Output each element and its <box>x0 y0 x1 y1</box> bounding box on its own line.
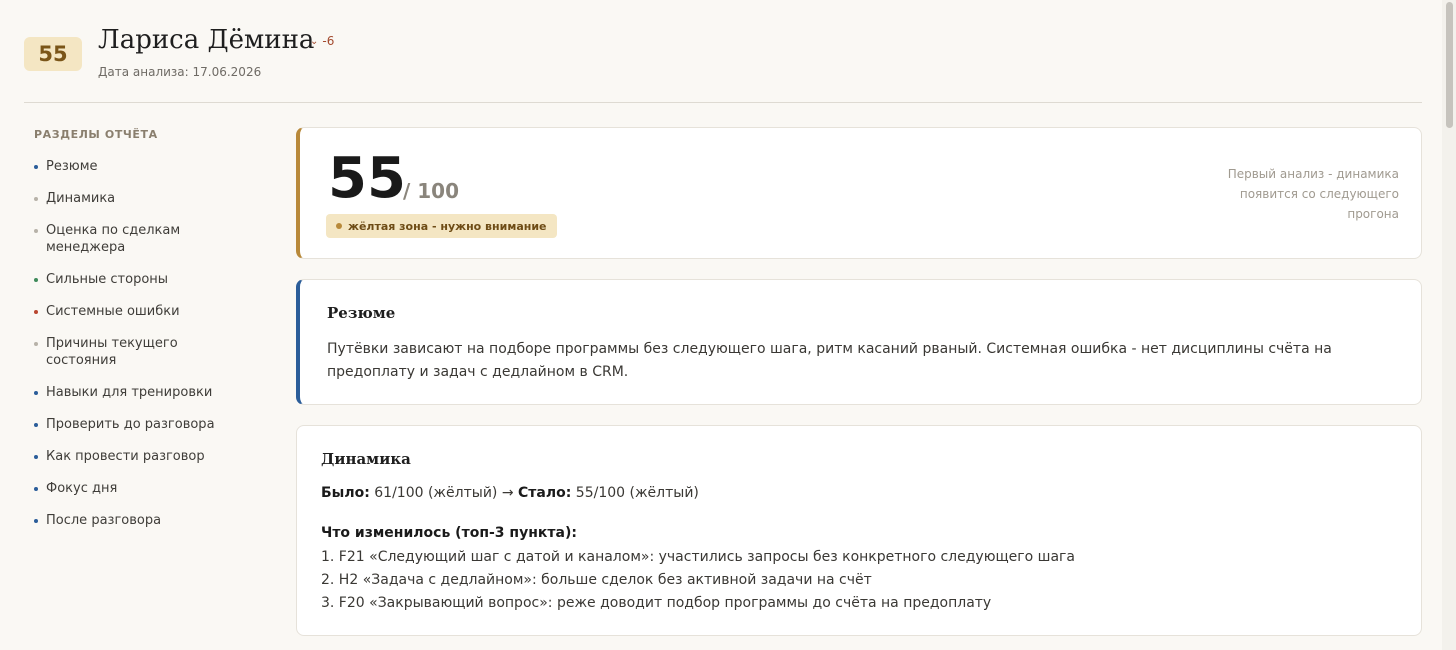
sidebar-item-label: Навыки для тренировки <box>46 385 213 400</box>
sidebar-item[interactable]: Проверить до разговора <box>34 416 234 433</box>
chevron-down-icon: ⌄ <box>310 35 319 47</box>
sidebar-title: РАЗДЕЛЫ ОТЧЁТА <box>34 128 158 141</box>
was-value: 61/100 (жёлтый) <box>374 485 498 501</box>
list-item: 1. F21 «Следующий шаг с датой и каналом»… <box>321 549 1075 565</box>
sidebar-item-label: Оценка по сделкам менеджера <box>46 223 181 255</box>
page-scrollbar[interactable] <box>1442 0 1456 650</box>
report-sections-nav: РАЗДЕЛЫ ОТЧЁТА Резюме Динамика Оценка по с… <box>34 128 234 544</box>
score-out-of: / 100 <box>403 179 460 203</box>
manager-name: Лариса Дёмина <box>98 25 315 55</box>
sidebar-item-label: Как провести разговор <box>46 449 205 464</box>
score-delta: ⌄ -6 <box>310 34 334 48</box>
sidebar-item[interactable]: Причины текущего состояния <box>34 335 234 369</box>
summary-card: Резюме Путёвки зависают на подборе прогр… <box>296 279 1422 405</box>
report-header: 55 Лариса Дёмина ⌄ -6 Дата анализа: 17.0… <box>24 22 1422 103</box>
dynamics-comparison: Было: 61/100 (жёлтый) → Стало: 55/100 (ж… <box>321 485 699 501</box>
bullet-dot-icon <box>34 197 38 201</box>
dynamics-card: Динамика Было: 61/100 (жёлтый) → Стало: … <box>296 425 1422 636</box>
sidebar-item[interactable]: После разговора <box>34 512 234 529</box>
bullet-dot-icon <box>34 342 38 346</box>
sidebar-item-label: Резюме <box>46 159 98 174</box>
bullet-dot-icon <box>34 455 38 459</box>
bullet-dot-icon <box>34 278 38 282</box>
arrow-right-icon: → <box>501 485 514 501</box>
now-value: 55/100 (жёлтый) <box>575 485 699 501</box>
sidebar-item-label: После разговора <box>46 513 162 528</box>
zone-badge: жёлтая зона - нужно внимание <box>326 214 557 238</box>
sidebar-item[interactable]: Динамика <box>34 190 234 207</box>
sidebar-item[interactable]: Резюме <box>34 158 234 175</box>
scrollbar-thumb[interactable] <box>1446 2 1453 128</box>
bullet-dot-icon <box>34 310 38 314</box>
sidebar-item-label: Причины текущего состояния <box>46 336 178 368</box>
now-label: Стало: <box>518 485 572 501</box>
first-analysis-note: Первый анализ - динамика появится со сле… <box>1227 167 1399 221</box>
sidebar-item-label: Системные ошибки <box>46 304 180 319</box>
sidebar-item[interactable]: Как провести разговор <box>34 448 234 465</box>
was-label: Было: <box>321 485 370 501</box>
bullet-dot-icon <box>34 229 38 233</box>
bullet-dot-icon <box>34 391 38 395</box>
sidebar-item[interactable]: Навыки для тренировки <box>34 384 234 401</box>
score-badge: 55 <box>24 37 82 71</box>
bullet-dot-icon <box>34 423 38 427</box>
sidebar-item-label: Фокус дня <box>46 481 118 496</box>
sidebar-item[interactable]: Оценка по сделкам менеджера <box>34 222 234 256</box>
score-card: 55 / 100 жёлтая зона - нужно внимание Пе… <box>296 127 1422 259</box>
list-item: 3. F20 «Закрывающий вопрос»: реже доводи… <box>321 595 992 611</box>
sidebar-item-label: Проверить до разговора <box>46 417 215 432</box>
changes-list: 1. F21 «Следующий шаг с датой и каналом»… <box>321 546 1075 615</box>
sidebar-item[interactable]: Системные ошибки <box>34 303 234 320</box>
dynamics-title: Динамика <box>321 450 411 468</box>
list-item: 2. H2 «Задача с дедлайном»: больше сдело… <box>321 572 872 588</box>
changes-title: Что изменилось (топ-3 пункта): <box>321 525 577 541</box>
sidebar-item[interactable]: Сильные стороны <box>34 271 234 288</box>
summary-text: Путёвки зависают на подборе программы бе… <box>327 341 1332 380</box>
bullet-dot-icon <box>34 519 38 523</box>
sidebar-item[interactable]: Фокус дня <box>34 480 234 497</box>
bullet-dot-icon <box>34 165 38 169</box>
summary-title: Резюме <box>327 304 396 322</box>
sidebar-item-label: Сильные стороны <box>46 272 169 287</box>
zone-label: жёлтая зона - нужно внимание <box>348 219 547 233</box>
score-delta-value: -6 <box>322 34 335 48</box>
big-score: 55 <box>328 146 406 211</box>
zone-dot-icon <box>336 223 342 229</box>
sidebar-item-label: Динамика <box>46 191 116 206</box>
analysis-date: Дата анализа: 17.06.2026 <box>98 65 262 79</box>
bullet-dot-icon <box>34 487 38 491</box>
